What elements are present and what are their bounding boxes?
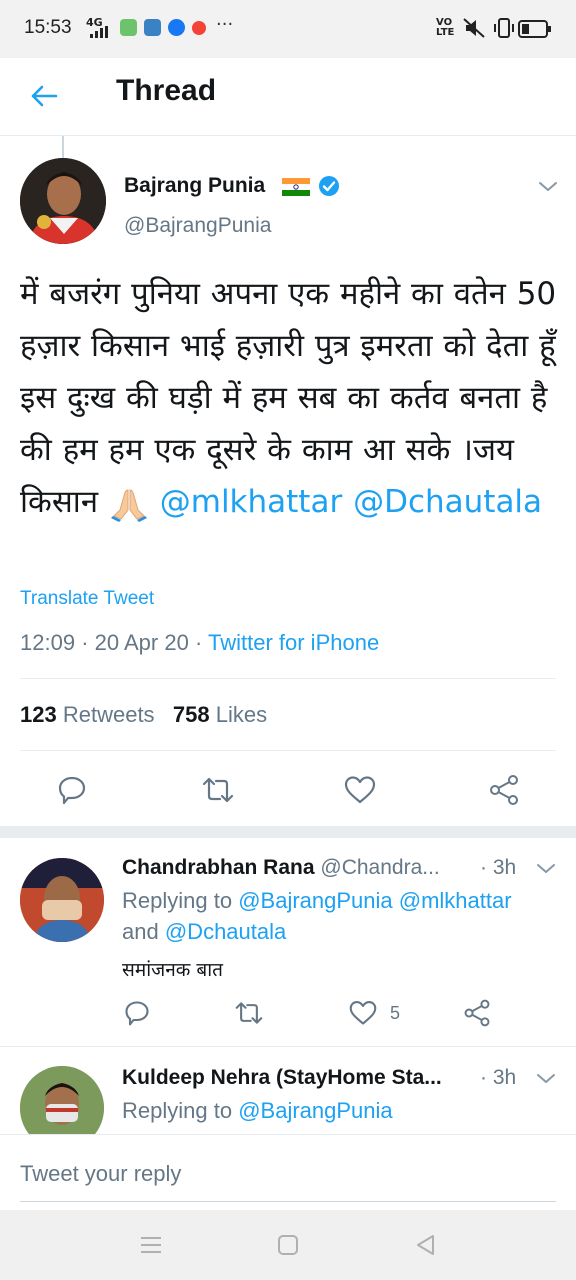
replying-and: and: [122, 919, 159, 944]
youtube-icon: [192, 21, 206, 35]
share-icon: [464, 999, 490, 1027]
author-name[interactable]: Bajrang Punia: [124, 174, 265, 198]
divider: [20, 750, 556, 751]
arrow-left-icon: [31, 85, 58, 107]
avatar-image: [20, 858, 104, 942]
share-icon: [490, 775, 518, 805]
heart-icon: [344, 776, 376, 804]
tweet-stats: 123 Retweets 758 Likes: [20, 702, 267, 728]
thread-connector: [62, 136, 64, 158]
reply-author-handle: @Chandra...: [320, 856, 440, 879]
replying-to: Replying to @BajrangPunia @mlkhattar and…: [122, 885, 552, 947]
india-flag-icon: [282, 178, 310, 196]
heart-icon: [349, 1001, 377, 1025]
reply-time: · 3h: [480, 1066, 517, 1089]
avatar[interactable]: [20, 858, 104, 942]
menu-nav-button[interactable]: [136, 1232, 166, 1258]
tweet-source-link[interactable]: Twitter for iPhone: [208, 630, 379, 655]
tweet-text: में बजरंग पुनिया अपना एक महीने का वतेन 5…: [20, 268, 562, 528]
divider: [20, 678, 556, 679]
reply-time: · 3h: [480, 856, 517, 879]
share-button[interactable]: [484, 770, 524, 810]
reply-author-name: Chandrabhan Rana: [122, 856, 315, 879]
mute-icon: [463, 18, 485, 38]
input-underline: [20, 1201, 556, 1202]
reply-composer: Tweet your reply: [0, 1134, 576, 1210]
avatar-image: [20, 158, 106, 244]
reply-options-button[interactable]: [532, 856, 560, 880]
chevron-down-icon: [537, 864, 555, 873]
like-button[interactable]: [340, 770, 380, 810]
section-divider: [0, 826, 576, 838]
battery-icon: [518, 20, 551, 38]
more-notifications-icon: ···: [216, 14, 234, 35]
share-button[interactable]: [458, 994, 496, 1032]
mention-link[interactable]: @Dchautala: [165, 919, 286, 944]
retweet-button[interactable]: [198, 770, 238, 810]
tweet-time: 12:09: [20, 630, 76, 655]
reply-author-name[interactable]: Kuldeep Nehra (StayHome Sta...: [122, 1066, 442, 1090]
app-notification-icon: [120, 19, 137, 36]
likes-label: Likes: [215, 702, 268, 727]
reply-author[interactable]: Chandrabhan Rana @Chandra...: [122, 856, 440, 880]
replying-to: Replying to @BajrangPunia: [122, 1095, 393, 1126]
home-nav-button[interactable]: [273, 1232, 303, 1258]
mention-link[interactable]: @Dchautala: [353, 484, 542, 520]
reply-like-count: 5: [390, 1003, 401, 1023]
app-notification-icon: [144, 19, 161, 36]
divider: [0, 1046, 576, 1047]
top-bar: Thread: [0, 58, 576, 136]
status-bar: 15:53 4G ··· VO LTE: [0, 0, 576, 58]
retweet-icon: [235, 1002, 263, 1024]
home-icon: [278, 1235, 298, 1255]
facebook-icon: [168, 19, 185, 36]
author-handle[interactable]: @BajrangPunia: [124, 214, 271, 238]
tweet-options-button[interactable]: [534, 174, 562, 198]
verified-badge-icon: [319, 176, 339, 196]
folded-hands-emoji-icon: [110, 488, 147, 522]
reply-text: समांजनक बात: [122, 959, 224, 981]
reply-icon: [58, 776, 86, 805]
replying-prefix: Replying to: [122, 1098, 233, 1123]
reply-options-button[interactable]: [532, 1066, 560, 1090]
retweets-stat[interactable]: 123 Retweets: [20, 702, 155, 727]
likes-count: 758: [172, 702, 210, 727]
back-triangle-icon: [417, 1235, 434, 1255]
translate-tweet-link[interactable]: Translate Tweet: [20, 588, 154, 610]
chevron-down-icon: [537, 1074, 555, 1083]
mention-link[interactable]: @BajrangPunia @mlkhattar: [238, 888, 511, 913]
likes-stat[interactable]: 758 Likes: [173, 702, 267, 727]
reply-button[interactable]: [52, 770, 92, 810]
reply-icon: [125, 1001, 149, 1026]
mention-link[interactable]: @mlkhattar: [160, 484, 342, 520]
page-title: Thread: [116, 74, 217, 107]
mention-link[interactable]: @BajrangPunia: [238, 1098, 392, 1123]
retweet-icon: [202, 777, 234, 803]
menu-icon: [141, 1237, 161, 1253]
tweet-meta: 12:09 · 20 Apr 20 · Twitter for iPhone: [20, 630, 379, 656]
like-button[interactable]: [344, 994, 382, 1032]
replying-prefix: Replying to: [122, 888, 233, 913]
status-time: 15:53: [24, 17, 72, 38]
reply-input[interactable]: Tweet your reply: [20, 1161, 181, 1187]
volte-icon: VO LTE: [436, 17, 455, 38]
avatar[interactable]: [20, 158, 106, 244]
chevron-down-icon: [539, 182, 557, 191]
retweets-label: Retweets: [62, 702, 155, 727]
meta-separator: ·: [194, 630, 203, 655]
back-button[interactable]: [24, 76, 64, 116]
retweets-count: 123: [20, 702, 57, 727]
retweet-button[interactable]: [230, 994, 268, 1032]
back-nav-button[interactable]: [410, 1232, 440, 1258]
vibrate-icon: [494, 18, 514, 38]
system-nav-bar: [0, 1210, 576, 1280]
tweet-date: 20 Apr 20: [94, 630, 189, 655]
signal-icon: [90, 26, 108, 38]
reply-button[interactable]: [118, 994, 156, 1032]
meta-separator: ·: [81, 630, 89, 655]
